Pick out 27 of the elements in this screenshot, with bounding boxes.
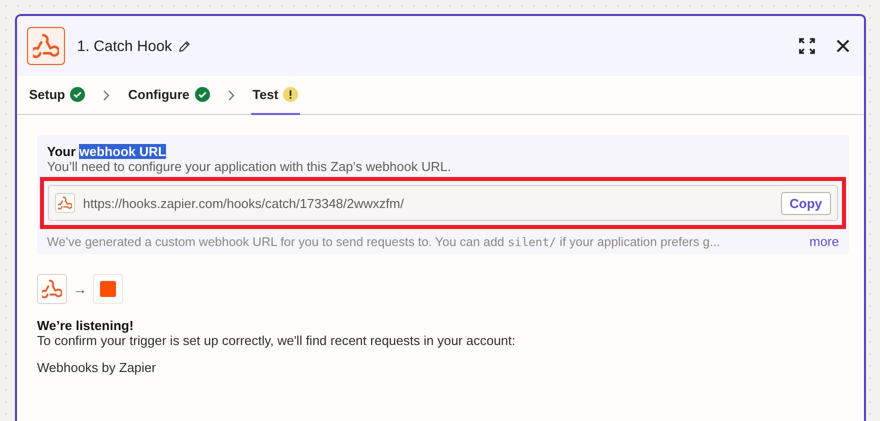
square-icon xyxy=(100,281,116,297)
account-name: Webhooks by Zapier xyxy=(37,360,157,375)
webhook-icon xyxy=(58,196,72,210)
step-tab[interactable]: Setup xyxy=(27,76,88,115)
webhook-icon xyxy=(33,33,59,59)
webhook-note: We’ve generated a custom webhook URL for you to send requests to. You can add silent/ if your application prefers g... xyxy=(47,234,722,248)
listening-text: To confirm your trigger is set up correctly, we'll find recent requests in your account: xyxy=(37,333,516,348)
step-tab[interactable]: Test xyxy=(250,76,300,115)
arrow-icon: → xyxy=(73,281,87,297)
close-icon xyxy=(836,39,850,53)
pencil-icon[interactable] xyxy=(178,40,192,52)
check-icon xyxy=(70,87,86,102)
webhook-icon xyxy=(42,279,62,299)
webhook-description: You’ll need to configure your application with this Zap’s webhook URL. xyxy=(47,159,452,174)
chevron-icon xyxy=(103,90,110,100)
step-tab[interactable]: Configure xyxy=(126,76,212,115)
warning-icon xyxy=(283,87,298,102)
listening-title: We’re listening! xyxy=(37,318,135,333)
selected-text: webhook URL xyxy=(79,144,166,159)
chevron-icon xyxy=(228,90,235,100)
step-title: 1. Catch Hook xyxy=(77,38,172,54)
url-field[interactable]: https://hooks.zapier.com/hooks/catch/173348/2wwxzfm/ Copy xyxy=(48,185,838,221)
heading-text: Your xyxy=(47,144,76,159)
expand-icon xyxy=(798,37,816,55)
check-icon xyxy=(194,87,210,102)
more-link[interactable]: more xyxy=(809,234,839,249)
copy-button[interactable]: Copy xyxy=(780,192,831,214)
